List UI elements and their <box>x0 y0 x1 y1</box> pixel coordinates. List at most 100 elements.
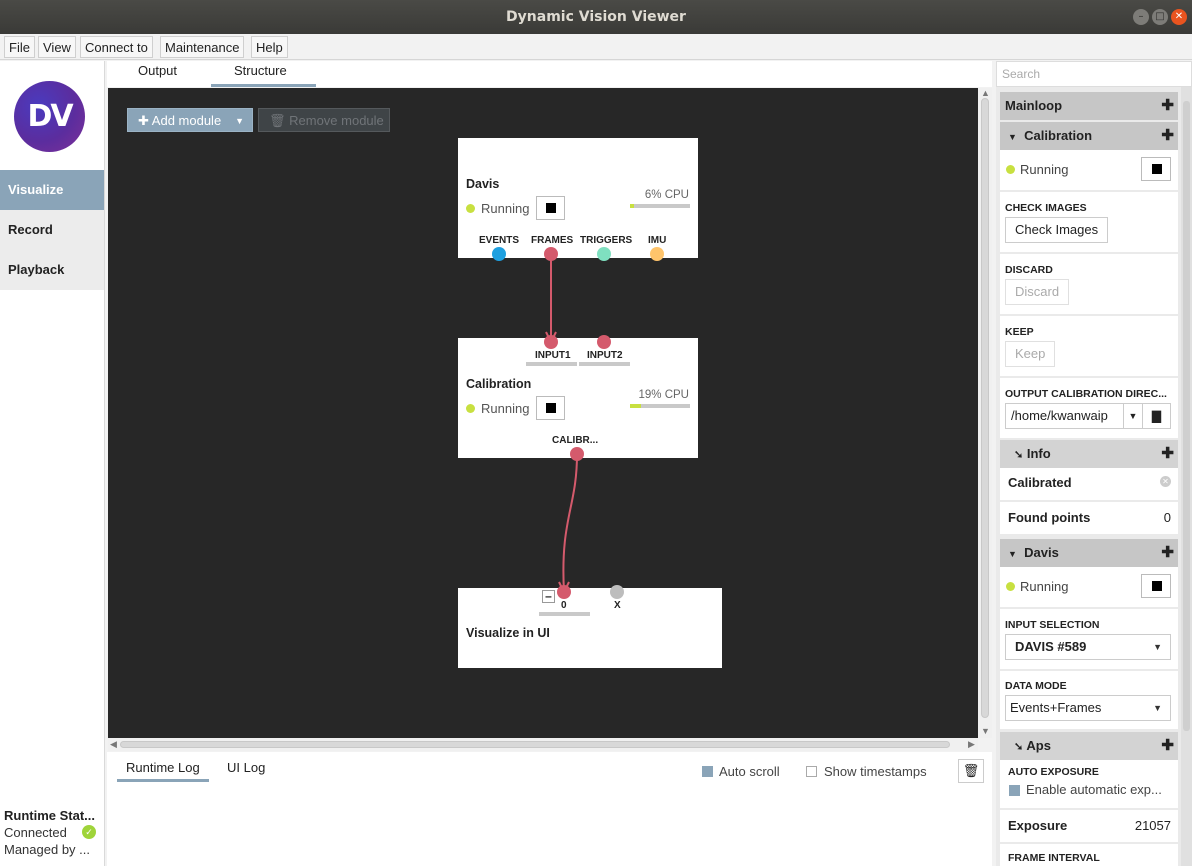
exposure-row: Exposure 21057 <box>1000 810 1178 842</box>
auto-exposure-checkbox[interactable] <box>1009 785 1020 796</box>
nav-record[interactable]: Record <box>0 210 104 250</box>
discard-button[interactable]: Discard <box>1005 279 1070 305</box>
menu-help[interactable]: Help <box>251 36 288 58</box>
nav-visualize[interactable]: Visualize <box>0 170 104 210</box>
runtime-managed-text: Managed by ... <box>4 842 90 857</box>
port-label-events: EVENTS <box>479 235 520 246</box>
add-icon[interactable]: ✚ <box>1161 440 1174 468</box>
close-icon[interactable]: ✕ <box>1171 9 1187 25</box>
minimize-icon[interactable]: – <box>1133 9 1149 25</box>
add-icon[interactable]: ✚ <box>1161 539 1174 567</box>
chevron-down-icon: ▼ <box>1153 703 1162 713</box>
auto-scroll-label: Auto scroll <box>719 764 780 779</box>
stop-button[interactable] <box>1141 574 1171 598</box>
menu-maintenance[interactable]: Maintenance <box>160 36 245 58</box>
menu-connect-to[interactable]: Connect to <box>80 36 153 58</box>
collapse-triangle-icon[interactable]: ▼ <box>1008 549 1017 559</box>
collapse-arrow-icon[interactable]: ➘ <box>1014 741 1023 753</box>
section-davis[interactable]: ▼ Davis ✚ <box>1000 539 1178 567</box>
auto-scroll-checkbox[interactable] <box>702 766 713 777</box>
tab-ui-log[interactable]: UI Log <box>227 760 265 782</box>
port-frames[interactable] <box>544 247 558 261</box>
scrollbar-thumb[interactable] <box>120 741 950 748</box>
output-dir-field[interactable]: /home/kwanwaip <box>1005 403 1124 429</box>
add-icon[interactable]: ✚ <box>1161 732 1174 760</box>
found-points-row: Found points 0 <box>1000 502 1178 534</box>
scroll-left-icon[interactable]: ◀ <box>110 739 117 750</box>
canvas-vertical-scrollbar[interactable]: ▲ ▼ <box>978 88 992 738</box>
auto-exposure-label: AUTO EXPOSURE <box>1008 766 1099 778</box>
stop-button[interactable] <box>536 196 565 220</box>
check-images-button[interactable]: Check Images <box>1005 217 1109 243</box>
tab-structure[interactable]: Structure <box>211 61 316 87</box>
clear-log-button[interactable]: 🗑 <box>958 759 984 783</box>
add-icon[interactable]: ✚ <box>1161 92 1174 120</box>
check-images-row: CHECK IMAGES Check Images <box>1000 192 1178 252</box>
port-input-x[interactable] <box>610 585 624 599</box>
section-info[interactable]: ➘ Info ✚ <box>1000 440 1178 468</box>
input-selection-select[interactable]: DAVIS #589 ▼ <box>1005 634 1171 660</box>
scroll-up-icon[interactable]: ▲ <box>981 88 990 98</box>
chevron-down-icon[interactable]: ▼ <box>1123 403 1143 429</box>
port-bar <box>579 362 630 366</box>
maximize-icon[interactable]: □ <box>1152 9 1168 25</box>
exposure-value[interactable]: 21057 <box>1135 818 1171 833</box>
window-titlebar: Dynamic Vision Viewer – □ ✕ <box>0 0 1192 34</box>
data-mode-select[interactable]: Events+Frames ▼ <box>1005 695 1171 721</box>
scrollbar-thumb[interactable] <box>1183 101 1190 731</box>
module-calibration[interactable]: INPUT1 INPUT2 Calibration Running 19% CP… <box>458 335 698 461</box>
structure-canvas[interactable]: ✚ Add module ▼ 🗑 Remove module Davis Run… <box>108 88 978 738</box>
cpu-bar-fill <box>630 404 642 408</box>
properties-scrollbar[interactable] <box>1181 87 1192 866</box>
canvas-horizontal-scrollbar[interactable]: ◀ ▶ <box>108 738 978 751</box>
frame-interval-label: FRAME INTERVAL <box>1008 852 1100 864</box>
port-bar <box>539 612 590 616</box>
module-davis[interactable]: Davis Running 6% CPU EVENTS FRAMES TRIGG… <box>458 138 698 261</box>
port-label-imu: IMU <box>648 235 667 246</box>
port-imu[interactable] <box>650 247 664 261</box>
show-timestamps-checkbox[interactable] <box>806 766 817 777</box>
collapse-triangle-icon[interactable]: ▼ <box>1008 132 1017 142</box>
port-label-triggers: TRIGGERS <box>580 235 633 246</box>
tab-runtime-log[interactable]: Runtime Log <box>117 760 209 782</box>
stop-icon <box>1152 581 1162 591</box>
port-triggers[interactable] <box>597 247 611 261</box>
port-bar <box>526 362 577 366</box>
scrollbar-thumb[interactable] <box>981 98 989 718</box>
port-events[interactable] <box>492 247 506 261</box>
port-input2[interactable] <box>597 335 611 349</box>
section-calibration[interactable]: ▼ Calibration ✚ <box>1000 122 1178 150</box>
module-visualize-in-ui[interactable]: – 0 X Visualize in UI <box>458 585 722 668</box>
select-value: DAVIS #589 <box>1015 639 1087 654</box>
tab-output[interactable]: Output <box>138 61 177 87</box>
show-timestamps-label: Show timestamps <box>824 764 927 779</box>
collapse-arrow-icon[interactable]: ➘ <box>1014 449 1023 461</box>
module-status-text: Running <box>481 201 530 216</box>
section-mainloop[interactable]: Mainloop ✚ <box>1000 92 1178 120</box>
port-input-0[interactable] <box>557 585 571 599</box>
stop-button[interactable] <box>536 396 565 420</box>
menu-view[interactable]: View <box>38 36 76 58</box>
stop-icon <box>546 203 556 213</box>
scroll-down-icon[interactable]: ▼ <box>981 726 990 736</box>
input-selection-label: INPUT SELECTION <box>1005 619 1100 631</box>
module-status: Running <box>466 401 529 416</box>
collapse-button[interactable]: – <box>542 590 555 603</box>
add-icon[interactable]: ✚ <box>1161 122 1174 150</box>
section-aps[interactable]: ➘ Aps ✚ <box>1000 732 1178 760</box>
menu-file[interactable]: File <box>4 36 35 58</box>
folder-icon[interactable]: ▇ <box>1142 403 1171 429</box>
status-text: Running <box>1020 162 1069 177</box>
connection-calibr-0 <box>562 453 578 593</box>
module-status: Running <box>466 201 529 216</box>
port-label-frames: FRAMES <box>531 235 574 246</box>
search-input[interactable]: Search <box>996 61 1192 87</box>
scroll-right-icon[interactable]: ▶ <box>968 739 975 750</box>
stop-button[interactable] <box>1141 157 1171 181</box>
discard-label: DISCARD <box>1005 264 1053 276</box>
port-input1[interactable] <box>544 335 558 349</box>
port-calibr[interactable] <box>570 447 584 461</box>
keep-button[interactable]: Keep <box>1005 341 1056 367</box>
found-points-value: 0 <box>1163 510 1171 525</box>
nav-playback[interactable]: Playback <box>0 250 104 290</box>
